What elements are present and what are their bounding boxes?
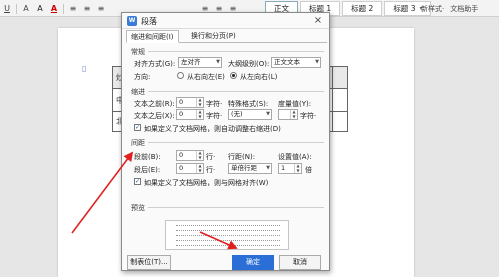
space-after-label: 段后(E):	[134, 166, 161, 174]
line-spacing-select[interactable]: 单倍行距 ▼	[228, 163, 272, 174]
set-value-value: 1	[281, 164, 286, 172]
indent-after-label: 文本之后(X):	[134, 112, 175, 120]
paragraph-dialog: W 段落 × 缩进和间距(I) 换行和分页(P) 常规 对齐方式(G): 左对齐…	[121, 12, 330, 271]
ltr-label: 从左向右(L)	[240, 73, 278, 81]
space-before-unit[interactable]: 行·	[206, 152, 215, 162]
style-label: 标题 2	[351, 4, 374, 13]
document-anchor-icon: ▯	[82, 64, 87, 73]
rtl-radio[interactable]	[177, 72, 184, 79]
set-value-unit: 倍	[305, 166, 312, 174]
section-divider	[148, 142, 324, 143]
tab-indent-spacing[interactable]: 缩进和间距(I)	[126, 30, 179, 43]
section-indent-label: 缩进	[131, 88, 145, 96]
section-divider	[148, 91, 324, 92]
preview-line	[176, 230, 280, 232]
toolbar-divider	[63, 3, 64, 14]
stepper-arrows-icon[interactable]: ▲ ▼	[196, 163, 203, 173]
measure-label: 度量值(Y):	[278, 100, 312, 108]
indent-after-unit[interactable]: 字符·	[206, 111, 222, 121]
space-before-label: 段前(B):	[134, 153, 161, 161]
paragraph-preview	[165, 220, 289, 250]
preview-line	[176, 235, 280, 237]
stepper-arrows-icon[interactable]: ▲ ▼	[196, 97, 203, 107]
outline-level-value: 正文文本	[274, 58, 300, 66]
preview-line	[176, 240, 280, 242]
indent-before-value: 0	[179, 98, 184, 106]
alignment-select[interactable]: 左对齐 ▼	[178, 57, 222, 68]
tab-stops-button[interactable]: 制表位(T)...	[127, 255, 171, 270]
text-effect-button[interactable]: A	[19, 3, 33, 15]
indent-grid-label: 如果定义了文档网格，则自动调整右缩进(D)	[144, 125, 281, 133]
outline-level-label: 大纲级别(O):	[228, 60, 270, 68]
ok-button[interactable]: 确定	[232, 255, 274, 270]
chevron-down-icon: ▼	[216, 59, 220, 65]
space-after-value: 0	[179, 164, 184, 172]
spacing-grid-checkbox[interactable]: ✓	[134, 178, 141, 185]
stepper-arrows-icon[interactable]: ▲ ▼	[290, 109, 297, 119]
outline-level-select[interactable]: 正文文本 ▼	[271, 57, 321, 68]
measure-unit[interactable]: 字符·	[300, 111, 316, 121]
preview-line	[176, 225, 280, 227]
section-divider	[148, 207, 324, 208]
chevron-down-icon: ▼	[266, 111, 270, 117]
ltr-radio[interactable]	[230, 72, 237, 79]
highlight-button[interactable]: A	[33, 3, 47, 15]
document-assistant-button[interactable]: 文档助手	[450, 4, 478, 14]
dialog-button-bar: 制表位(T)... 确定 取消	[122, 254, 329, 271]
measure-stepper[interactable]: ▲ ▼	[278, 109, 298, 120]
stepper-arrows-icon[interactable]: ▲ ▼	[196, 150, 203, 160]
space-before-stepper[interactable]: 0 ▲ ▼	[176, 150, 204, 161]
preview-line	[176, 245, 280, 247]
special-format-select[interactable]: (无) ▼	[228, 109, 272, 120]
underline-button[interactable]: U	[0, 3, 14, 15]
chevron-down-icon: ▼	[315, 59, 319, 65]
stepper-arrows-icon[interactable]: ▲ ▼	[196, 109, 203, 119]
space-before-value: 0	[179, 151, 184, 159]
section-general-label: 常规	[131, 48, 145, 56]
section-preview-label: 预览	[131, 204, 145, 212]
indent-before-label: 文本之前(R):	[134, 100, 175, 108]
dialog-title: 段落	[141, 17, 157, 26]
alignment-label: 对齐方式(G):	[134, 60, 176, 68]
spacing-grid-label: 如果定义了文档网格，则与网格对齐(W)	[144, 179, 269, 187]
space-after-stepper[interactable]: 0 ▲ ▼	[176, 163, 204, 174]
cancel-button[interactable]: 取消	[279, 255, 321, 270]
align-center-button[interactable]: ≡	[80, 3, 94, 15]
close-icon[interactable]: ×	[311, 14, 325, 28]
indent-after-value: 0	[179, 110, 184, 118]
new-style-button[interactable]: 新样式·	[421, 4, 444, 14]
ribbon-right: 新样式· 文档助手	[421, 2, 499, 15]
section-divider	[148, 51, 324, 52]
dialog-tabs: 缩进和间距(I) 换行和分页(P)	[126, 30, 327, 43]
line-spacing-label: 行距(N):	[228, 153, 256, 161]
set-value-label: 设置值(A):	[278, 153, 312, 161]
tab-line-page-breaks[interactable]: 换行和分页(P)	[187, 30, 240, 43]
app-logo-icon: W	[127, 16, 137, 26]
dialog-titlebar[interactable]: W 段落 ×	[122, 13, 329, 29]
style-label: 标题 3	[393, 4, 416, 13]
set-value-stepper[interactable]: 1 ▲ ▼	[278, 163, 302, 174]
alignment-value: 左对齐	[181, 58, 201, 66]
align-left-button[interactable]: ≡	[66, 3, 80, 15]
special-format-label: 特殊格式(S):	[228, 100, 269, 108]
align-right-button[interactable]: ≡	[94, 3, 108, 15]
direction-label: 方向:	[134, 73, 151, 81]
line-spacing-value: 单倍行距	[231, 164, 257, 172]
font-color-button[interactable]: A	[47, 3, 61, 15]
indent-after-stepper[interactable]: 0 ▲ ▼	[176, 109, 204, 120]
table-column-divider	[332, 66, 333, 132]
style-heading-2[interactable]: 标题 2	[342, 1, 383, 16]
rtl-label: 从右向左(E)	[187, 73, 225, 81]
indent-before-unit[interactable]: 字符·	[206, 99, 222, 109]
space-after-unit[interactable]: 行·	[206, 165, 215, 175]
section-spacing-label: 间距	[131, 139, 145, 147]
indent-grid-checkbox[interactable]: ✓	[134, 124, 141, 131]
stepper-arrows-icon[interactable]: ▲ ▼	[294, 163, 301, 173]
indent-before-stepper[interactable]: 0 ▲ ▼	[176, 97, 204, 108]
special-format-value: (无)	[231, 110, 243, 118]
toolbar-divider	[16, 3, 17, 14]
chevron-down-icon: ▼	[266, 165, 270, 171]
